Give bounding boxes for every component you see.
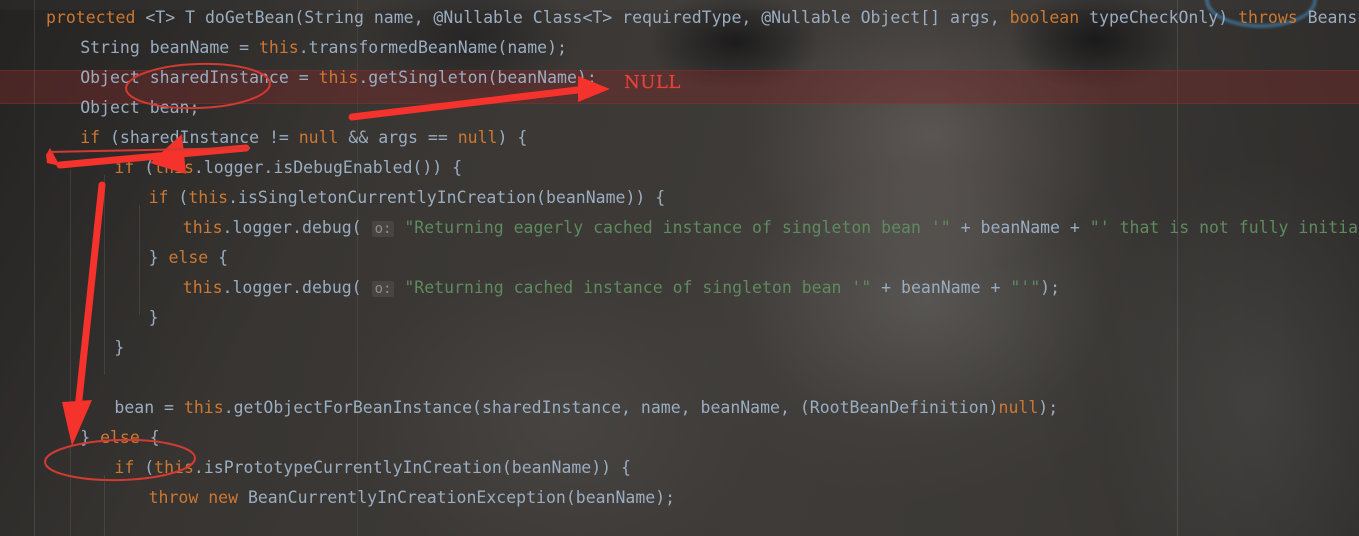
code-token: this [182, 278, 223, 297]
code-token: this [318, 68, 359, 87]
code-token: ( [178, 188, 189, 207]
code-token: .logger.debug( [222, 218, 372, 237]
code-token: { [218, 248, 229, 267]
code-line[interactable]: } [46, 303, 159, 333]
code-token: "'" [1010, 278, 1041, 297]
code-token: + beanName + [871, 278, 1011, 297]
code-token: this [259, 38, 299, 57]
code-line[interactable]: } [46, 333, 124, 363]
code-token: .getObjectForBeanInstance(sharedInstance… [223, 398, 999, 417]
code-line[interactable]: if (this.isSingletonCurrentlyInCreation(… [46, 183, 666, 213]
parameter-hint: o: [371, 281, 395, 297]
code-token: "' that is not fully initial [1089, 218, 1359, 237]
code-line[interactable]: } else { [46, 243, 228, 273]
code-line[interactable]: if (sharedInstance != null && args == nu… [46, 123, 527, 153]
code-token: .isPrototypeCurrentlyInCreation(beanName… [193, 458, 631, 477]
code-token: .transformedBeanName(name); [298, 38, 567, 57]
code-token: String beanName = [80, 38, 259, 57]
code-line[interactable]: bean = this.getObjectForBeanInstance(sha… [46, 393, 1058, 423]
parameter-hint: o: [371, 221, 395, 237]
code-token: this [183, 398, 224, 417]
code-line[interactable]: Object sharedInstance = this.getSingleto… [46, 63, 597, 93]
code-token: ); [1040, 278, 1061, 297]
code-token: { [149, 428, 160, 447]
code-token: boolean [1009, 8, 1090, 27]
code-token: null [298, 128, 349, 147]
code-token: this [154, 458, 194, 477]
code-token: } [148, 308, 159, 327]
code-token: this [182, 218, 223, 237]
code-token: + beanName + [950, 218, 1090, 237]
code-token: <T> T doGetBean [145, 8, 295, 27]
code-line[interactable]: this.logger.debug( o: "Returning eagerly… [46, 213, 1359, 243]
code-token: && args == [348, 128, 458, 147]
code-token: "Returning eagerly cached instance of si… [394, 218, 951, 237]
code-token: .getSingleton(beanName); [358, 68, 597, 87]
code-token: ); [1038, 398, 1059, 417]
code-token: BeansEx [1307, 8, 1359, 27]
code-token: .logger.isDebugEnabled()) { [193, 158, 463, 177]
code-token: Object bean; [80, 98, 200, 117]
code-token: .isSingletonCurrentlyInCreation(beanName… [228, 188, 666, 207]
code-token: else [100, 428, 150, 447]
code-token: ( [144, 158, 155, 177]
code-token: typeCheckOnly) [1089, 8, 1239, 27]
code-token: Object sharedInstance = [80, 68, 319, 87]
code-line[interactable]: throw new BeanCurrentlyInCreationExcepti… [46, 483, 676, 513]
code-token: if [114, 158, 145, 177]
code-token: bean = [114, 398, 184, 417]
code-line[interactable]: String beanName = this.transformedBeanNa… [46, 33, 567, 63]
code-token: } [80, 428, 101, 447]
code-token: this [154, 158, 194, 177]
code-line[interactable]: if (this.logger.isDebugEnabled()) { [46, 153, 462, 183]
code-token: if [148, 188, 179, 207]
code-token: this [188, 188, 229, 207]
code-token: null [998, 398, 1039, 417]
code-line[interactable]: protected <T> T doGetBean(String name, @… [46, 3, 1359, 33]
code-token: BeanCurrentlyInCreationException(beanNam… [247, 488, 676, 507]
code-token: protected [46, 8, 146, 27]
code-line[interactable]: } else { [46, 423, 160, 453]
code-line[interactable]: Object bean; [46, 93, 199, 123]
code-token: if [114, 458, 145, 477]
code-token: ) { [497, 128, 528, 147]
code-token: ( [144, 458, 155, 477]
code-token: .logger.debug( [222, 278, 372, 297]
code-token: throw new [148, 488, 248, 507]
code-token: } [148, 248, 169, 267]
code-token: (String name, @Nullable Class<T> require… [294, 8, 1010, 27]
null-annotation-label: NULL [624, 72, 681, 93]
code-token: "Returning cached instance of singleton … [394, 278, 872, 297]
code-token: else [168, 248, 219, 267]
code-line[interactable]: if (this.isPrototypeCurrentlyInCreation(… [46, 453, 631, 483]
code-token: if [80, 128, 110, 147]
code-token: throws [1238, 8, 1308, 27]
code-editor-window: protected <T> T doGetBean(String name, @… [0, 0, 1359, 536]
code-token: (sharedInstance != [110, 128, 299, 147]
code-token: null [457, 128, 498, 147]
code-token: } [114, 338, 125, 357]
code-line[interactable]: this.logger.debug( o: "Returning cached … [46, 273, 1060, 303]
